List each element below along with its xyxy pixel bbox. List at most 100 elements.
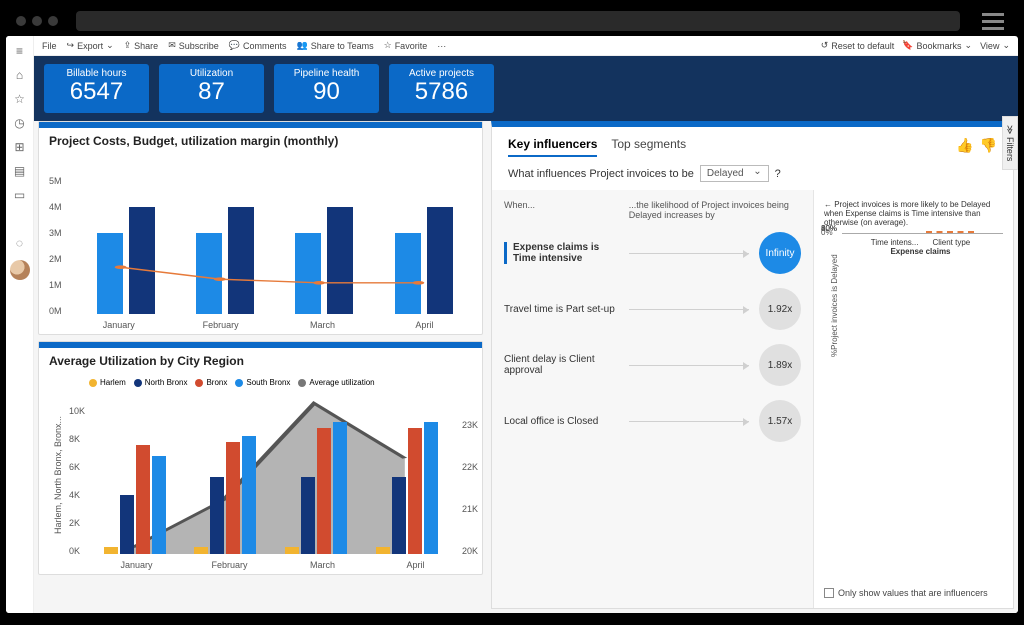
ki-row[interactable]: Local office is Closed 1.57x (504, 400, 801, 442)
kpi-billable-hours[interactable]: Billable hours 6547 (44, 64, 149, 113)
mini-ylabel: %Project invoices is Delayed (830, 255, 839, 358)
thumbs-down-icon[interactable]: 👎 (980, 137, 997, 157)
bookmarks-button[interactable]: 🔖 Bookmarks ⌄ (902, 40, 972, 51)
window-dot[interactable] (32, 16, 42, 26)
y-tick: 0K (69, 546, 80, 556)
bar (333, 422, 347, 554)
url-bar[interactable] (76, 11, 960, 31)
x-tick: February (203, 320, 239, 330)
bar (424, 422, 438, 554)
filters-pane-toggle[interactable]: ≫ Filters (1002, 116, 1018, 170)
browser-frame: ≡ ⌂ ☆ ◷ ⊞ ▤ ▭ ◌ File ↪ Export ⌄ ⇪ Share … (0, 0, 1024, 625)
key-influencers-card[interactable]: Key influencers Top segments 👍 👎 What in… (491, 121, 1014, 609)
chat-icon[interactable]: ◌ (13, 236, 27, 250)
ki-row[interactable]: Client delay is Client approval 1.89x (504, 344, 801, 386)
y-tick: 4M (49, 202, 62, 212)
ki-row[interactable]: Expense claims is Time intensive Infinit… (504, 232, 801, 274)
y-tick: 2M (49, 254, 62, 264)
checkbox-icon[interactable] (824, 588, 834, 598)
more-button[interactable]: ··· (437, 41, 446, 51)
avatar[interactable] (10, 260, 30, 280)
mini-x-tick: Time intens... (871, 238, 919, 247)
apps-icon[interactable]: ⊞ (13, 140, 27, 154)
x-tick: February (211, 560, 247, 570)
window-dot[interactable] (48, 16, 58, 26)
left-rail: ≡ ⌂ ☆ ◷ ⊞ ▤ ▭ ◌ (6, 36, 34, 613)
x-tick: January (103, 320, 135, 330)
share-button[interactable]: ⇪ Share (124, 40, 159, 51)
favorite-button[interactable]: ☆ Favorite (384, 40, 428, 51)
arrow-icon (629, 365, 749, 366)
ki-detail-text: ← Project invoices is more likely to be … (824, 200, 1003, 227)
kpi-value: 5786 (403, 79, 480, 105)
bar (152, 456, 166, 554)
chart-title: Project Costs, Budget, utilization margi… (39, 122, 482, 154)
y-tick: 10K (69, 406, 85, 416)
kpi-utilization[interactable]: Utilization 87 (159, 64, 264, 113)
window-dot[interactable] (16, 16, 26, 26)
hamburger-icon[interactable] (978, 9, 1008, 34)
bar (136, 445, 150, 554)
bar (242, 436, 256, 554)
mini-xlabel: Expense claims (838, 247, 1003, 256)
chart-title: Average Utilization by City Region (39, 342, 482, 374)
kpi-value: 90 (288, 79, 365, 105)
utilization-region-chart: Harlem North Bronx Bronx South Bronx Ave… (39, 374, 482, 574)
y2-tick: 20K (462, 546, 478, 556)
data-icon[interactable]: ▤ (13, 164, 27, 178)
utilization-region-card[interactable]: Average Utilization by City Region Harle… (38, 341, 483, 575)
subscribe-button[interactable]: ✉ Subscribe (168, 40, 219, 51)
y2-tick: 23K (462, 420, 478, 430)
ki-row[interactable]: Travel time is Part set-up 1.92x (504, 288, 801, 330)
book-icon[interactable]: ▭ (13, 188, 27, 202)
share-teams-button[interactable]: 👥 Share to Teams (297, 40, 374, 51)
trend-line (73, 158, 470, 314)
ki-factor-label: Local office is Closed (504, 416, 629, 427)
bar (392, 477, 406, 554)
star-icon[interactable]: ☆ (13, 92, 27, 106)
view-button[interactable]: View ⌄ (980, 40, 1010, 51)
file-menu[interactable]: File (42, 41, 57, 51)
y-axis-label: Harlem, North Bronx, Bronx... (53, 416, 63, 534)
home-icon[interactable]: ⌂ (13, 68, 27, 82)
main-content: File ↪ Export ⌄ ⇪ Share ✉ Subscribe 💬 Co… (34, 36, 1018, 613)
thumbs-up-icon[interactable]: 👍 (956, 137, 973, 157)
ki-badge: 1.89x (759, 344, 801, 386)
ki-detail-pane: ← Project invoices is more likely to be … (813, 190, 1013, 608)
project-costs-chart: 0M 1M 2M 3M 4M 5M (39, 154, 482, 334)
arrow-icon (629, 309, 749, 310)
dashboard-body: Project Costs, Budget, utilization margi… (34, 121, 1018, 613)
comments-button[interactable]: 💬 Comments (229, 40, 287, 51)
mini-x-tick: Client type (932, 238, 970, 247)
x-tick: April (415, 320, 433, 330)
only-influencers-checkbox[interactable]: Only show values that are influencers (824, 588, 1003, 598)
app-window: ≡ ⌂ ☆ ◷ ⊞ ▤ ▭ ◌ File ↪ Export ⌄ ⇪ Share … (6, 36, 1018, 613)
mini-dash (926, 231, 974, 233)
bar (376, 547, 390, 554)
kpi-active-projects[interactable]: Active projects 5786 (389, 64, 494, 113)
x-tick: March (310, 320, 335, 330)
kpi-pipeline[interactable]: Pipeline health 90 (274, 64, 379, 113)
tab-top-segments[interactable]: Top segments (611, 137, 686, 157)
y-tick: 8K (69, 434, 80, 444)
ki-badge: 1.92x (759, 288, 801, 330)
clock-icon[interactable]: ◷ (13, 116, 27, 130)
bar (301, 477, 315, 554)
y-tick: 4K (69, 490, 80, 500)
export-button[interactable]: ↪ Export ⌄ (67, 40, 114, 51)
menu-icon[interactable]: ≡ (13, 44, 27, 58)
ki-select[interactable]: Delayed (700, 165, 769, 182)
kpi-value: 6547 (58, 79, 135, 105)
arrow-icon (629, 421, 749, 422)
y-tick: 3M (49, 228, 62, 238)
bar (104, 547, 118, 554)
y-tick: 5M (49, 176, 62, 186)
y2-tick: 22K (462, 462, 478, 472)
reset-button[interactable]: ↺ Reset to default (821, 40, 895, 51)
tab-key-influencers[interactable]: Key influencers (508, 137, 597, 157)
project-costs-card[interactable]: Project Costs, Budget, utilization margi… (38, 121, 483, 335)
y-tick: 6K (69, 462, 80, 472)
bar (226, 442, 240, 554)
ki-factor-label: Travel time is Part set-up (504, 304, 629, 315)
bar (317, 428, 331, 554)
